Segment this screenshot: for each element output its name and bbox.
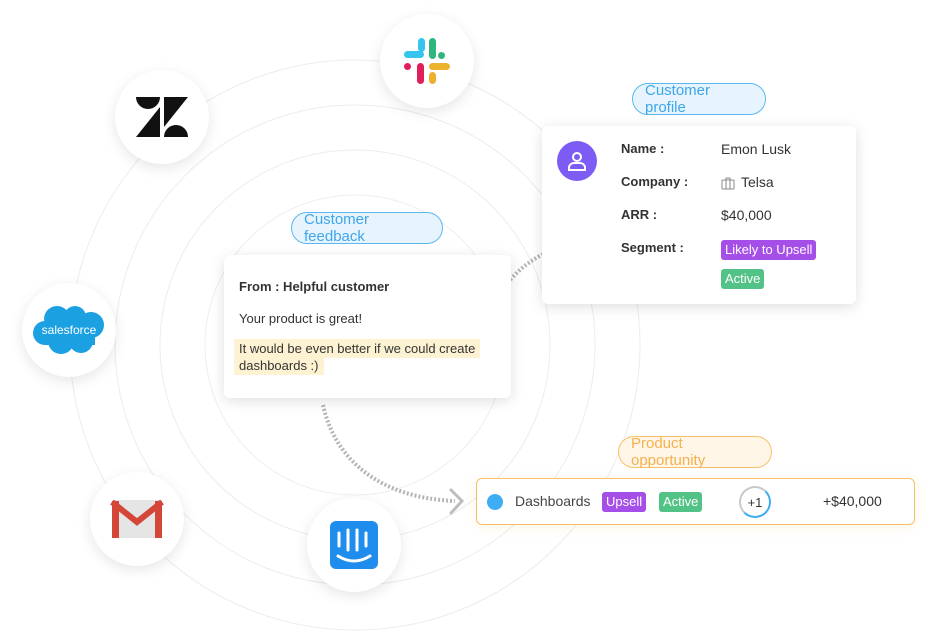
product-opportunity-label: Product opportunity bbox=[618, 435, 772, 469]
name-value: Emon Lusk bbox=[721, 141, 792, 157]
status-dot bbox=[487, 494, 503, 510]
segment-tag-upsell: Likely to Upsell bbox=[721, 240, 817, 260]
intercom-logo bbox=[307, 498, 401, 592]
segment-label: Segment : bbox=[621, 240, 684, 255]
briefcase-icon bbox=[721, 176, 735, 195]
arr-label: ARR : bbox=[621, 207, 658, 222]
customer-profile-label: Customer profile bbox=[632, 82, 766, 116]
gmail-logo bbox=[90, 472, 184, 566]
arrow-feedback-to-opportunity bbox=[321, 404, 456, 503]
opportunity-amount: +$40,000 bbox=[823, 493, 882, 509]
company-label: Company : bbox=[621, 174, 689, 189]
feedback-from: From : Helpful customer bbox=[239, 279, 390, 294]
slack-logo bbox=[380, 14, 474, 108]
feedback-message: Your product is great! bbox=[239, 311, 363, 326]
salesforce-wordmark: salesforce bbox=[42, 323, 97, 337]
customer-feedback-label: Customer feedback bbox=[291, 211, 443, 245]
salesforce-logo-icon: salesforce bbox=[33, 306, 104, 354]
product-opportunity-row[interactable]: Dashboards Upsell Active +1 +$40,000 bbox=[476, 478, 915, 525]
feedback-highlight-text: It would be even better if we could crea… bbox=[234, 339, 481, 375]
customer-feedback-card: From : Helpful customer Your product is … bbox=[224, 255, 511, 398]
salesforce-logo: salesforce bbox=[22, 283, 116, 377]
segment-tag-active: Active bbox=[721, 269, 765, 289]
intercom-logo-icon bbox=[330, 521, 378, 569]
company-value: Telsa bbox=[741, 174, 774, 190]
opportunity-title: Dashboards bbox=[515, 493, 591, 509]
arr-value: $40,000 bbox=[721, 207, 772, 223]
zendesk-logo bbox=[115, 70, 209, 164]
feedback-highlight: It would be even better if we could crea… bbox=[234, 339, 484, 375]
opportunity-tag-active: Active bbox=[659, 492, 703, 512]
vote-count-badge[interactable]: +1 bbox=[739, 486, 771, 518]
user-icon bbox=[568, 152, 586, 171]
customer-profile-card: Name : Emon Lusk Company : Telsa ARR : $… bbox=[542, 126, 856, 304]
avatar bbox=[557, 141, 597, 181]
gmail-logo-icon bbox=[110, 499, 164, 538]
slack-logo-icon bbox=[404, 38, 450, 84]
opportunity-tag-upsell: Upsell bbox=[602, 492, 647, 512]
name-label: Name : bbox=[621, 141, 665, 156]
zendesk-logo-icon bbox=[136, 97, 188, 137]
